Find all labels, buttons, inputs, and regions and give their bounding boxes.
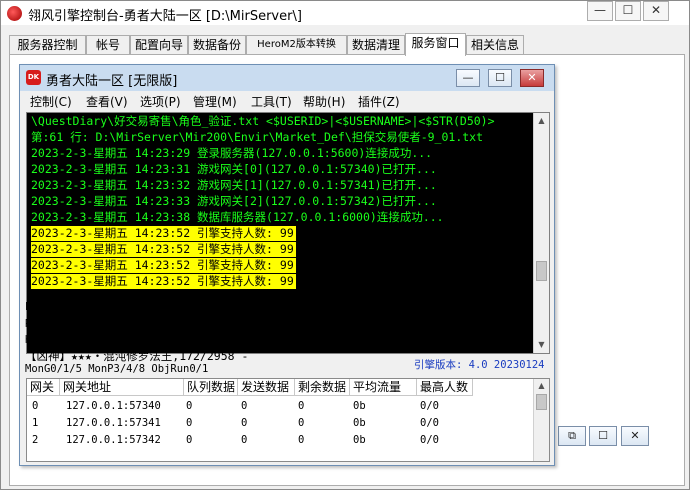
maximize-button[interactable]: ☐	[615, 1, 641, 21]
tab-herom2-convert[interactable]: HeroM2版本转换	[246, 35, 347, 55]
log-line: 2023-2-3-星期五 14:23:29 登录服务器(127.0.0.1:56…	[31, 146, 433, 160]
engine-window-title: 勇者大陆一区 [无限版]	[46, 74, 178, 89]
tab-account[interactable]: 帐号	[86, 35, 130, 55]
cell-gate: 0	[32, 400, 39, 412]
mdi-restore-button[interactable]: ⧉	[558, 426, 586, 446]
cell-max-users: 0/0	[420, 417, 439, 429]
stat-run: Run65/19 Soc0/0 Usr0/15	[25, 318, 171, 330]
cell-avg-flow: 0b	[353, 434, 366, 446]
main-window: 翎风引擎控制台-勇者大陆一区 [D:\MirServer\] — ☐ ✕ 服务器…	[0, 0, 690, 490]
column-header[interactable]: 网关地址	[60, 379, 184, 396]
log-line: 2023-2-3-星期五 14:23:38 数据库服务器(127.0.0.1:6…	[31, 210, 444, 224]
log-line: 2023-2-3-星期五 14:23:33 游戏网关[2](127.0.0.1:…	[31, 194, 437, 208]
cell-max-users: 0/0	[420, 400, 439, 412]
title-bar: 翎风引擎控制台-勇者大陆一区 [D:\MirServer\] — ☐ ✕	[1, 1, 689, 25]
cell-queue: 0	[186, 434, 193, 446]
column-header[interactable]: 发送数据	[238, 379, 295, 396]
tab-server-control[interactable]: 服务器控制	[9, 35, 86, 55]
menu-control[interactable]: 控制(C)	[30, 93, 72, 110]
column-header[interactable]: 剩余数据	[295, 379, 350, 396]
stat-online: [在线:0/0/0]	[366, 322, 438, 334]
mdi-maximize-button[interactable]: ☐	[589, 426, 617, 446]
menu-tools[interactable]: 工具(T)	[251, 93, 292, 110]
gateway-table[interactable]: 网关 网关地址 队列数据 发送数据 剩余数据 平均流量 最高人数 0 127.0…	[26, 378, 550, 462]
stat-local: [本机:0.096天]	[366, 340, 449, 352]
log-line-highlighted: 2023-2-3-星期五 14:23:52 引擎支持人数: 99	[31, 258, 296, 273]
tab-data-backup[interactable]: 数据备份	[188, 35, 246, 55]
cell-sent: 0	[241, 434, 248, 446]
scroll-up-icon[interactable]: ▲	[534, 113, 549, 129]
engine-window: DK 勇者大陆一区 [无限版] — ☐ ✕ 控制(C) 查看(V) 选项(P) …	[19, 64, 555, 466]
mdi-close-button[interactable]: ✕	[621, 426, 649, 446]
log-line: 第:61 行: D:\MirServer\Mir200\Envir\Market…	[31, 130, 484, 144]
column-header[interactable]: 队列数据	[184, 379, 238, 396]
cell-address: 127.0.0.1:57342	[66, 434, 161, 446]
menu-view[interactable]: 查看(V)	[86, 93, 128, 110]
engine-maximize-button[interactable]: ☐	[488, 69, 512, 87]
log-line-highlighted: 2023-2-3-星期五 14:23:52 引擎支持人数: 99	[31, 226, 296, 241]
tab-related-info[interactable]: 相关信息	[466, 35, 524, 55]
dk-icon: DK	[26, 70, 41, 85]
menu-plugins[interactable]: 插件(Z)	[358, 93, 400, 110]
cell-sent: 0	[241, 417, 248, 429]
menu-options[interactable]: 选项(P)	[140, 93, 181, 110]
stat-refresh: [刷怪:4596]	[366, 305, 432, 317]
engine-close-button[interactable]: ✕	[520, 69, 544, 87]
stat-engine-time: 引擎:0:0:38 [M][F]	[224, 305, 334, 317]
minimize-button[interactable]: —	[587, 1, 613, 21]
app-icon	[7, 6, 22, 21]
cell-avg-flow: 0b	[353, 400, 366, 412]
log-line: 2023-2-3-星期五 14:23:31 游戏网关[0](127.0.0.1:…	[31, 162, 437, 176]
stat-mon: MonG0/1/5 MonP3/4/8 ObjRun0/1	[25, 363, 209, 375]
menu-help[interactable]: 帮助(H)	[303, 93, 345, 110]
engine-version: 引擎版本: 4.0 20230124	[414, 359, 545, 371]
cell-gate: 2	[32, 434, 39, 446]
scroll-up-icon[interactable]: ▲	[534, 379, 549, 393]
log-line: \QuestDiary\好交易寄售\角色_验证.txt <$USERID>|<$…	[31, 114, 495, 128]
stat-boss: 【凶神】★★★・混沌修罗法王,172/2958 -	[25, 349, 249, 363]
cell-max-users: 0/0	[420, 434, 439, 446]
stat-lb-run-socket: LbRunSocketTime	[25, 301, 120, 313]
column-header[interactable]: 网关	[27, 379, 60, 396]
cell-remaining: 0	[298, 400, 305, 412]
cell-queue: 0	[186, 400, 193, 412]
window-title: 翎风引擎控制台-勇者大陆一区 [D:\MirServer\]	[28, 9, 302, 24]
cell-address: 127.0.0.1:57340	[66, 400, 161, 412]
menu-bar: 控制(C) 查看(V) 选项(P) 管理(M) 工具(T) 帮助(H) 插件(Z…	[20, 91, 554, 111]
log-line: 2023-2-3-星期五 14:23:32 游戏网关[1](127.0.0.1:…	[31, 178, 437, 192]
cell-address: 127.0.0.1:57341	[66, 417, 161, 429]
log-line-highlighted: 2023-2-3-星期五 14:23:52 引擎支持人数: 99	[31, 274, 296, 289]
menu-manage[interactable]: 管理(M)	[193, 93, 237, 110]
engine-minimize-button[interactable]: —	[456, 69, 480, 87]
console-scrollbar[interactable]: ▲ ▼	[533, 113, 549, 353]
column-header[interactable]: 最高人数	[417, 379, 473, 396]
tab-service-window[interactable]: 服务窗口	[405, 33, 466, 56]
tab-config-wizard[interactable]: 配置向导	[130, 35, 188, 55]
cell-queue: 0	[186, 417, 193, 429]
cell-avg-flow: 0b	[353, 417, 366, 429]
scrollbar-thumb[interactable]	[536, 394, 547, 410]
column-header[interactable]: 平均流量	[350, 379, 417, 396]
cell-sent: 0	[241, 400, 248, 412]
stat-hum: Hum0/0 Mon3/4 UsrRot110/1532 Merch0/2 Np…	[25, 334, 329, 346]
cell-gate: 1	[32, 417, 39, 429]
log-line-highlighted: 2023-2-3-星期五 14:23:52 引擎支持人数: 99	[31, 242, 296, 257]
engine-title-bar: DK 勇者大陆一区 [无限版] — ☐ ✕	[20, 65, 554, 91]
scrollbar-thumb[interactable]	[536, 261, 547, 281]
table-scrollbar[interactable]: ▲	[533, 379, 549, 461]
cell-remaining: 0	[298, 434, 305, 446]
cell-remaining: 0	[298, 417, 305, 429]
scroll-down-icon[interactable]: ▼	[534, 337, 549, 353]
tab-data-cleanup[interactable]: 数据清理	[347, 35, 405, 55]
close-button[interactable]: ✕	[643, 1, 669, 21]
